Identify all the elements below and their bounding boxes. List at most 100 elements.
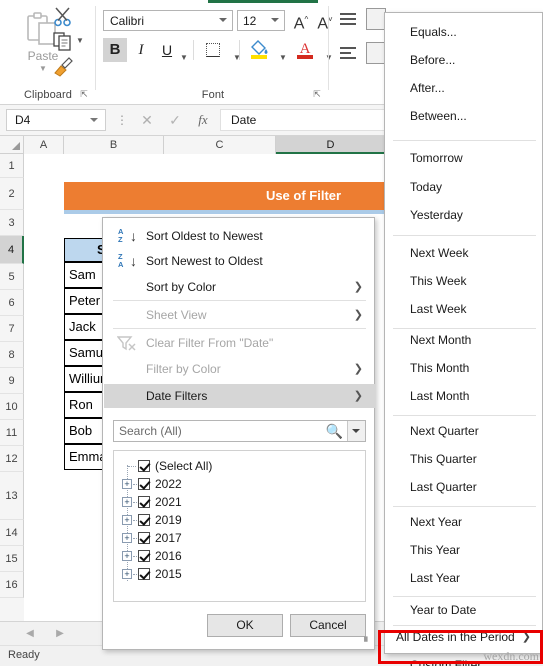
expand-icon[interactable]: + [122,533,132,543]
submenu-item-before[interactable]: Before... [386,48,543,73]
chevron-right-icon[interactable]: ▶ [52,627,68,641]
row-header-14[interactable]: 14 [0,520,24,546]
increase-font-size-button[interactable]: A^ [289,8,313,32]
row-header-15[interactable]: 15 [0,546,24,572]
excel-window: Paste ▼ ▼ Clipboard ⇱ Calibri 12 A^ A˅ B… [0,0,543,666]
chevron-down-icon[interactable] [271,18,279,22]
row-header-7[interactable]: 7 [0,316,24,342]
menu-item-date-filters[interactable]: Date Filters ❯ [104,384,375,408]
checkbox[interactable] [138,514,150,526]
bold-button[interactable]: B [103,38,127,62]
search-input[interactable]: Search (All) 🔍 [113,420,366,442]
row-header-8[interactable]: 8 [0,342,24,368]
row-header-12[interactable]: 12 [0,446,24,472]
submenu-item-last-month[interactable]: Last Month [386,384,543,409]
borders-dropdown-caret[interactable]: ▼ [225,46,249,70]
search-dropdown-button[interactable] [347,421,365,441]
submenu-item-after[interactable]: After... [386,76,543,101]
submenu-item-next-quarter[interactable]: Next Quarter [386,419,543,444]
name-box-value: D4 [15,113,31,127]
orientation-icon[interactable] [366,8,386,30]
row-header-10[interactable]: 10 [0,394,24,420]
row-header-2[interactable]: 2 [0,178,24,210]
copy-icon[interactable] [52,30,74,52]
submenu-item-this-week[interactable]: This Week [386,269,543,294]
fill-color-button[interactable] [247,36,271,60]
column-header-a[interactable]: A [24,136,64,154]
font-size-combo[interactable]: 12 [237,10,285,31]
checkbox[interactable] [138,568,150,580]
row-header-9[interactable]: 9 [0,368,24,394]
ok-button[interactable]: OK [207,614,283,637]
underline-button[interactable]: U [155,38,179,62]
cancel-icon[interactable]: ✕ [135,110,159,130]
submenu-item-next-week[interactable]: Next Week [386,241,543,266]
submenu-item-this-year[interactable]: This Year [386,538,543,563]
menu-item-sheet-view: Sheet View ❯ [104,303,375,327]
underline-dropdown-caret[interactable]: ▼ [179,46,189,62]
checkbox[interactable] [138,550,150,562]
submenu-item-this-month[interactable]: This Month [386,356,543,381]
name-box[interactable]: D4 [6,109,106,131]
menu-item-sort-oldest-newest[interactable]: A Z ↓ Sort Oldest to Newest [104,224,375,248]
submenu-item-next-month[interactable]: Next Month [386,328,543,353]
format-painter-icon[interactable] [52,56,74,78]
submenu-item-tomorrow[interactable]: Tomorrow [386,146,543,171]
column-header-c[interactable]: C [164,136,276,154]
insert-function-icon[interactable]: fx [191,110,215,130]
submenu-item-yesterday[interactable]: Yesterday [386,203,543,228]
row-header-4[interactable]: 4 [0,236,24,264]
checkbox[interactable] [138,532,150,544]
expand-icon[interactable]: + [122,479,132,489]
expand-icon[interactable]: + [122,515,132,525]
font-dialog-launcher-icon[interactable]: ⇱ [311,88,323,100]
fill-color-dropdown-caret[interactable]: ▼ [271,46,295,70]
borders-button[interactable] [201,38,225,62]
align-top-icon[interactable] [338,10,360,28]
chevron-down-icon[interactable] [219,18,227,22]
submenu-item-between[interactable]: Between... [386,104,543,129]
chevron-left-icon[interactable]: ◀ [22,627,38,641]
submenu-item-last-year[interactable]: Last Year [386,566,543,591]
row-header-3[interactable]: 3 [0,210,24,236]
menu-item-sort-by-color[interactable]: Sort by Color ❯ [104,275,375,299]
expand-icon[interactable]: + [122,569,132,579]
copy-dropdown-caret[interactable]: ▼ [75,36,85,46]
row-header-13[interactable]: 13 [0,472,24,520]
formula-bar-handle[interactable]: ⋮ [116,113,128,127]
submenu-item-today[interactable]: Today [386,175,543,200]
row-header-5[interactable]: 5 [0,264,24,290]
expand-icon[interactable]: + [122,551,132,561]
select-all-corner[interactable] [0,136,24,154]
font-color-button[interactable]: A [293,36,317,60]
expand-icon[interactable]: + [122,497,132,507]
scissors-icon[interactable] [52,6,74,28]
submenu-item-last-quarter[interactable]: Last Quarter [386,475,543,500]
submenu-item-equals[interactable]: Equals... [386,20,543,45]
submenu-item-last-week[interactable]: Last Week [386,297,543,322]
italic-button[interactable]: I [129,38,153,62]
submenu-item-this-quarter[interactable]: This Quarter [386,447,543,472]
wrap-text-icon[interactable] [366,42,386,64]
column-header-d[interactable]: D [276,136,386,154]
submenu-item-all-dates-in-period[interactable]: All Dates in the Period ❯ [386,625,543,650]
row-header-6[interactable]: 6 [0,290,24,316]
filter-value-list[interactable]: (Select All) + 2022 + 2021 + 2019 + 2017… [113,450,366,602]
checkbox[interactable] [138,496,150,508]
font-name-combo[interactable]: Calibri [103,10,233,31]
align-left-icon[interactable] [338,44,360,62]
row-header-11[interactable]: 11 [0,420,24,446]
check-icon[interactable]: ✓ [163,110,187,130]
clipboard-dialog-launcher-icon[interactable]: ⇱ [78,88,90,100]
cancel-button[interactable]: Cancel [290,614,366,637]
resize-grip[interactable]: ▘ [364,638,371,647]
submenu-item-year-to-date[interactable]: Year to Date [386,598,543,623]
row-header-1[interactable]: 1 [0,154,24,178]
chevron-down-icon[interactable] [90,118,98,122]
submenu-item-next-year[interactable]: Next Year [386,510,543,535]
checkbox[interactable] [138,460,150,472]
column-header-b[interactable]: B [64,136,164,154]
row-header-16[interactable]: 16 [0,572,24,598]
menu-item-sort-newest-oldest[interactable]: Z A ↓ Sort Newest to Oldest [104,249,375,273]
checkbox[interactable] [138,478,150,490]
